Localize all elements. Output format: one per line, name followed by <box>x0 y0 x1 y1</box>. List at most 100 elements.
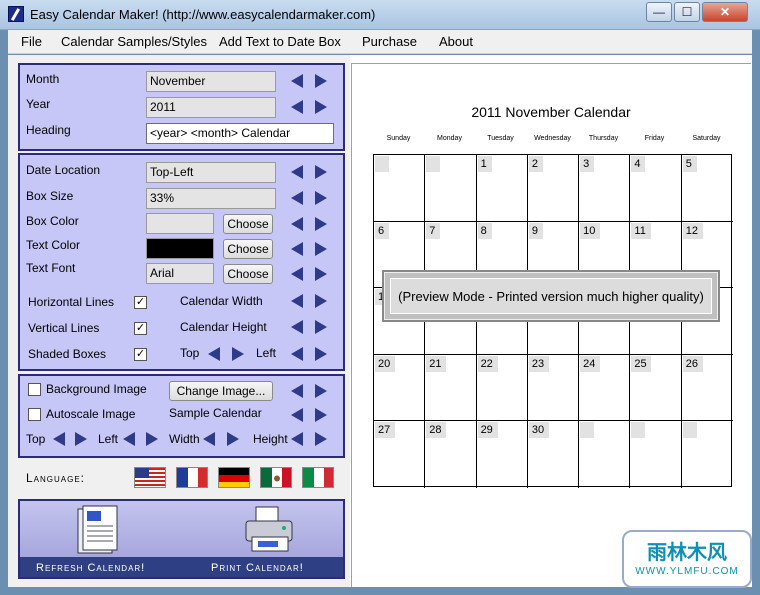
calendar-day-cell: 30 <box>528 421 580 488</box>
day-name-thursday: Thursday <box>588 135 619 142</box>
menu-about[interactable]: About <box>439 34 473 49</box>
text-color-next-arrow-icon[interactable] <box>313 241 329 257</box>
image-top-next-arrow-icon[interactable] <box>73 431 89 447</box>
background-image-checkbox[interactable] <box>28 383 41 396</box>
calendar-width-next-arrow-icon[interactable] <box>313 293 329 309</box>
date-location-field[interactable]: Top-Left <box>146 162 276 183</box>
calendar-day-number: 21 <box>426 355 447 372</box>
text-font-prev-arrow-icon[interactable] <box>289 266 305 282</box>
calendar-top-next-arrow-icon[interactable] <box>230 346 246 362</box>
image-height-prev-arrow-icon[interactable] <box>289 431 305 447</box>
year-next-arrow-icon[interactable] <box>313 99 329 115</box>
france-flag-icon[interactable] <box>176 467 208 488</box>
app-icon <box>8 6 24 22</box>
window-title: Easy Calendar Maker! (http://www.easycal… <box>30 7 376 22</box>
print-calendar-label[interactable]: Print Calendar! <box>211 562 304 574</box>
autoscale-image-checkbox[interactable] <box>28 408 41 421</box>
calendar-day-cell: 2 <box>527 155 580 222</box>
calendar-day-number: 30 <box>528 422 549 439</box>
sample-next-arrow-icon[interactable] <box>313 407 329 423</box>
day-name-tuesday: Tuesday <box>487 135 514 142</box>
image-next-arrow-icon[interactable] <box>313 383 329 399</box>
image-top-prev-arrow-icon[interactable] <box>51 431 67 447</box>
shaded-boxes-label: Shaded Boxes <box>28 347 107 361</box>
autoscale-image-label: Autoscale Image <box>46 407 136 421</box>
calendar-day-number: 23 <box>528 355 549 372</box>
box-color-choose-button[interactable]: Choose <box>223 214 273 234</box>
germany-flag-icon[interactable] <box>218 467 250 488</box>
menu-file[interactable]: File <box>21 34 42 49</box>
calendar-day-number: 26 <box>682 355 703 372</box>
watermark-logo: 雨林木风 WWW.YLMFU.COM <box>622 530 752 588</box>
image-width-next-arrow-icon[interactable] <box>225 431 241 447</box>
month-prev-arrow-icon[interactable] <box>289 73 305 89</box>
box-color-next-arrow-icon[interactable] <box>313 216 329 232</box>
vertical-lines-label: Vertical Lines <box>28 321 100 335</box>
calendar-day-cell: 26 <box>681 355 733 422</box>
calendar-day-number: 25 <box>631 355 652 372</box>
close-button[interactable]: ✕ <box>702 2 748 22</box>
maximize-button[interactable]: ☐ <box>674 2 700 22</box>
image-height-next-arrow-icon[interactable] <box>313 431 329 447</box>
calendar-day-number: 12 <box>682 222 703 239</box>
calendar-day-cell: 21 <box>425 354 477 422</box>
image-width-prev-arrow-icon[interactable] <box>201 431 217 447</box>
image-left-prev-arrow-icon[interactable] <box>121 431 137 447</box>
text-color-swatch <box>146 238 214 259</box>
sample-prev-arrow-icon[interactable] <box>289 407 305 423</box>
vertical-lines-checkbox[interactable]: ✓ <box>134 322 147 335</box>
refresh-calendar-label[interactable]: Refresh Calendar! <box>36 562 145 574</box>
box-color-prev-arrow-icon[interactable] <box>289 216 305 232</box>
heading-label: Heading <box>26 123 71 137</box>
text-font-next-arrow-icon[interactable] <box>313 266 329 282</box>
calendar-left-next-arrow-icon[interactable] <box>313 346 329 362</box>
calendar-width-prev-arrow-icon[interactable] <box>289 293 305 309</box>
mexico-flag-icon[interactable] <box>260 467 292 488</box>
calendar-day-cell: 29 <box>477 421 528 488</box>
year-field[interactable]: 2011 <box>146 97 276 118</box>
calendar-top-prev-arrow-icon[interactable] <box>206 346 222 362</box>
month-field[interactable]: November <box>146 71 276 92</box>
image-prev-arrow-icon[interactable] <box>289 383 305 399</box>
date-location-next-arrow-icon[interactable] <box>313 164 329 180</box>
year-prev-arrow-icon[interactable] <box>289 99 305 115</box>
day-name-sunday: Sunday <box>386 135 411 142</box>
horizontal-lines-checkbox[interactable]: ✓ <box>134 296 147 309</box>
italy-flag-icon[interactable] <box>302 467 334 488</box>
box-size-field[interactable]: 33% <box>146 188 276 209</box>
calendar-height-next-arrow-icon[interactable] <box>313 319 329 335</box>
minimize-button[interactable]: — <box>646 2 672 22</box>
month-next-arrow-icon[interactable] <box>313 73 329 89</box>
text-color-choose-button[interactable]: Choose <box>223 239 273 259</box>
refresh-calendar-button[interactable] <box>68 505 128 557</box>
calendar-left-prev-arrow-icon[interactable] <box>289 346 305 362</box>
text-font-choose-button[interactable]: Choose <box>223 264 273 284</box>
calendar-day-cell: 20 <box>374 354 426 422</box>
calendar-height-prev-arrow-icon[interactable] <box>289 319 305 335</box>
calendar-day-number: 7 <box>426 222 441 239</box>
watermark-url-text: WWW.YLMFU.COM <box>635 566 739 577</box>
box-color-swatch <box>146 213 214 234</box>
text-font-field[interactable]: Arial <box>146 263 214 284</box>
image-left-next-arrow-icon[interactable] <box>144 431 160 447</box>
menu-calendar-samples[interactable]: Calendar Samples/Styles <box>61 34 207 49</box>
box-size-prev-arrow-icon[interactable] <box>289 190 305 206</box>
calendar-width-label: Calendar Width <box>180 294 263 308</box>
box-size-next-arrow-icon[interactable] <box>313 190 329 206</box>
heading-field[interactable]: <year> <month> Calendar <box>146 123 334 144</box>
us-flag-icon[interactable] <box>134 467 166 488</box>
change-image-button[interactable]: Change Image... <box>169 381 273 401</box>
date-location-prev-arrow-icon[interactable] <box>289 164 305 180</box>
menu-add-text[interactable]: Add Text to Date Box <box>219 34 341 49</box>
print-calendar-button[interactable] <box>240 505 300 557</box>
date-location-label: Date Location <box>26 163 101 177</box>
calendar-day-number: 2 <box>528 156 543 172</box>
shaded-boxes-checkbox[interactable]: ✓ <box>134 348 147 361</box>
calendar-day-cell: 1 <box>476 155 528 222</box>
calendar-day-number <box>375 156 389 172</box>
calendar-height-label: Calendar Height <box>180 320 267 334</box>
printer-icon <box>242 505 298 558</box>
text-color-prev-arrow-icon[interactable] <box>289 241 305 257</box>
menu-purchase[interactable]: Purchase <box>362 34 417 49</box>
image-top-label: Top <box>26 432 46 446</box>
